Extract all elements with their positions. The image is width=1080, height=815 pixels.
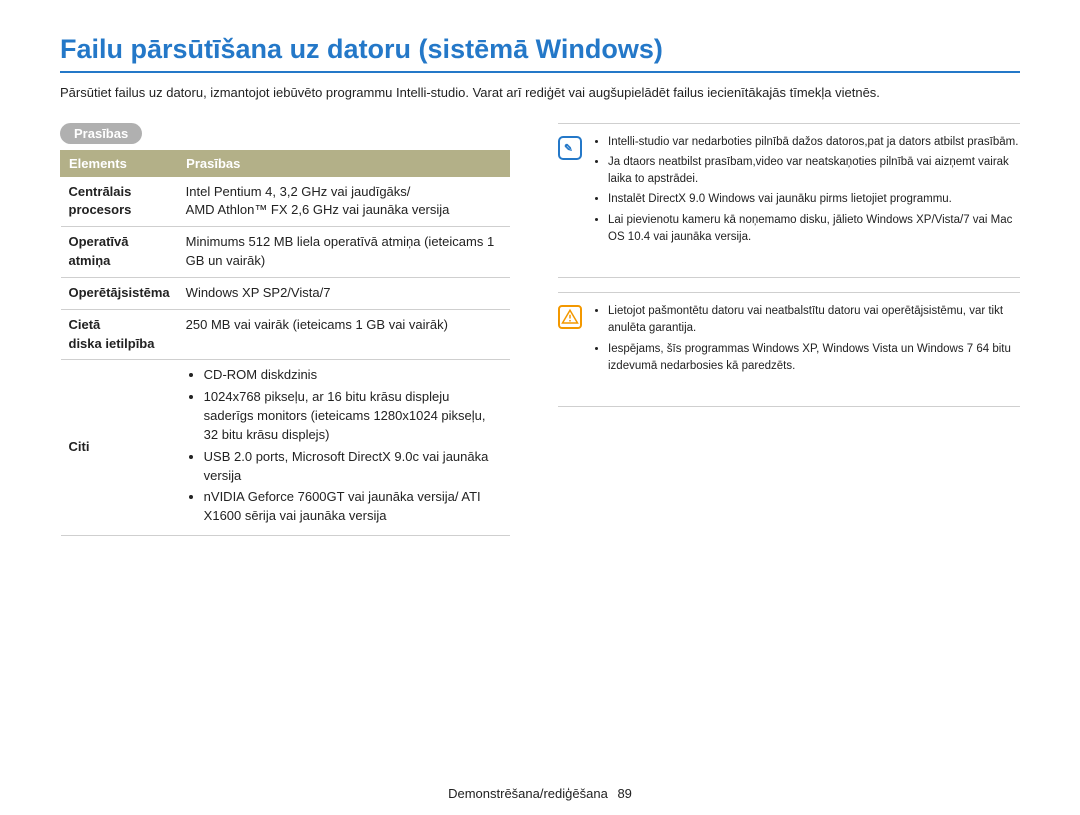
list-item: 1024x768 pikseļu, ar 16 bitu krāsu displ… bbox=[204, 388, 502, 445]
footer-section: Demonstrēšana/rediģēšana bbox=[448, 786, 608, 801]
intro-paragraph: Pārsūtiet failus uz datoru, izmantojot i… bbox=[60, 83, 1020, 103]
table-row: OperētājsistēmaWindows XP SP2/Vista/7 bbox=[61, 277, 510, 309]
page-title: Failu pārsūtīšana uz datoru (sistēmā Win… bbox=[60, 34, 1020, 73]
list-item: Lietojot pašmontētu datoru vai neatbalst… bbox=[608, 303, 1020, 338]
table-cell-value: CD-ROM diskdzinis 1024x768 pikseļu, ar 16… bbox=[178, 360, 510, 536]
requirements-table: Elements Prasības CentrālaisprocesorsInt… bbox=[60, 150, 510, 537]
warning-note-block: Lietojot pašmontētu datoru vai neatbalst… bbox=[558, 303, 1020, 378]
table-cell-label: Citi bbox=[61, 360, 178, 536]
table-cell-label: Centrālaisprocesors bbox=[61, 176, 178, 227]
table-cell-value: 250 MB vai vairāk (ieteicams 1 GB vai va… bbox=[178, 309, 510, 360]
table-row: OperatīvāatmiņaMinimums 512 MB liela ope… bbox=[61, 227, 510, 278]
list-item: USB 2.0 ports, Microsoft DirectX 9.0c va… bbox=[204, 448, 502, 486]
warning-icon bbox=[558, 305, 582, 329]
table-header-element: Elements bbox=[61, 150, 178, 176]
list-item: Ja dtaors neatbilst prasībam,video var n… bbox=[608, 154, 1020, 189]
page-footer: Demonstrēšana/rediģēšana 89 bbox=[0, 786, 1080, 801]
table-row: Citi CD-ROM diskdzinis 1024x768 pikseļu, a… bbox=[61, 360, 510, 536]
table-row: CentrālaisprocesorsIntel Pentium 4, 3,2 … bbox=[61, 176, 510, 227]
table-row: Cietādiska ietilpība250 MB vai vairāk (i… bbox=[61, 309, 510, 360]
footer-page-number: 89 bbox=[617, 786, 631, 801]
svg-text:✎: ✎ bbox=[564, 142, 573, 154]
table-cell-label: Operētājsistēma bbox=[61, 277, 178, 309]
info-note-block: ✎ Intelli-studio var nedarboties pilnībā… bbox=[558, 134, 1020, 250]
table-header-requirements: Prasības bbox=[178, 150, 510, 176]
list-item: CD-ROM diskdzinis bbox=[204, 366, 502, 385]
list-item: nVIDIA Geforce 7600GT vai jaunāka versij… bbox=[204, 488, 502, 526]
table-cell-value: Intel Pentium 4, 3,2 GHz vai jaudīgāks/A… bbox=[178, 176, 510, 227]
table-cell-label: Cietādiska ietilpība bbox=[61, 309, 178, 360]
table-cell-label: Operatīvāatmiņa bbox=[61, 227, 178, 278]
list-item: Instalēt DirectX 9.0 Windows vai jaunāku… bbox=[608, 191, 1020, 208]
list-item: Intelli-studio var nedarboties pilnībā d… bbox=[608, 134, 1020, 151]
list-item: Lai pievienotu kameru kā noņemamo disku,… bbox=[608, 212, 1020, 247]
list-item: Iespējams, šīs programmas Windows XP, Wi… bbox=[608, 341, 1020, 376]
table-cell-value: Windows XP SP2/Vista/7 bbox=[178, 277, 510, 309]
table-cell-value: Minimums 512 MB liela operatīvā atmiņa (… bbox=[178, 227, 510, 278]
section-requirements-label: Prasības bbox=[60, 123, 142, 144]
info-icon: ✎ bbox=[558, 136, 582, 160]
